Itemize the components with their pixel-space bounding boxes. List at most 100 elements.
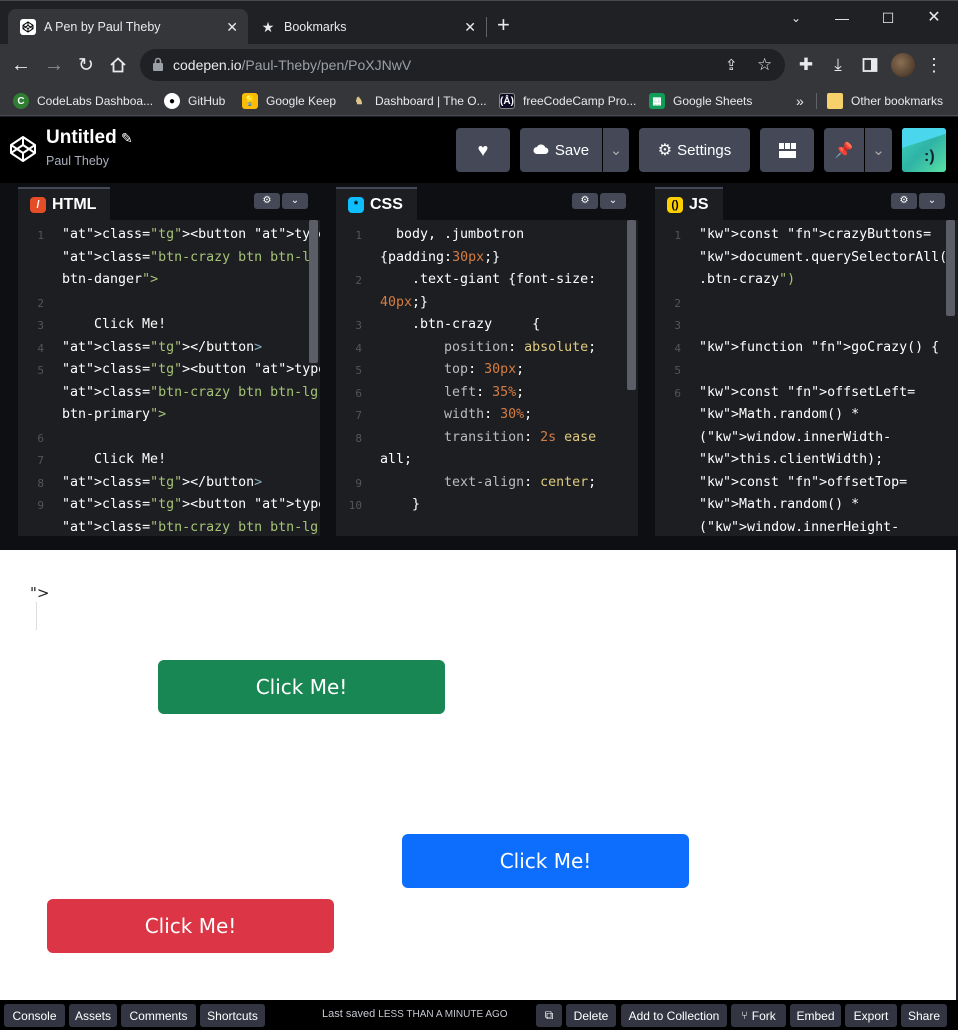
open-external-icon[interactable]: ⧉	[536, 1004, 562, 1027]
comments-button[interactable]: Comments	[121, 1004, 196, 1027]
pin-icon: 📌	[834, 142, 854, 159]
line-number: 5	[355, 364, 362, 377]
line-number: 4	[355, 341, 362, 355]
code-line: "at">class="tg"><button "at">type="butto…	[62, 362, 320, 377]
download-icon[interactable]: ⤓	[826, 53, 850, 77]
back-icon[interactable]: ←	[9, 53, 33, 77]
codepen-footer: Console Assets Comments Shortcuts Last s…	[0, 1000, 958, 1030]
home-icon[interactable]	[106, 53, 130, 77]
codepen-logo-icon[interactable]	[8, 134, 38, 169]
bookmark-github[interactable]: ● GitHub	[164, 92, 225, 110]
css-scrollbar[interactable]	[627, 220, 636, 390]
chrome-menu-icon[interactable]: ⋮	[922, 53, 946, 77]
code-line: "kw">const "fn">crazyButtons=	[699, 227, 932, 242]
line-number: 1	[355, 229, 362, 242]
shortcuts-button[interactable]: Shortcuts	[200, 1004, 265, 1027]
html-editor[interactable]: / HTML ⚙ ⌄ 1 "at">class="tg"><button "at"…	[18, 183, 320, 536]
js-collapse-icon[interactable]: ⌄	[919, 193, 945, 209]
user-avatar[interactable]: :)	[902, 128, 946, 172]
html-tab[interactable]: / HTML	[18, 187, 111, 220]
js-scrollbar[interactable]	[946, 220, 955, 316]
edit-title-icon[interactable]: ✎	[121, 130, 133, 147]
html-settings-icon[interactable]: ⚙	[254, 193, 280, 209]
embed-button[interactable]: Embed	[790, 1004, 841, 1027]
line-number: 2	[674, 296, 681, 310]
css-editor[interactable]: * CSS ⚙ ⌄ 1 body, .jumbotron {padding:30p…	[336, 183, 638, 536]
html-scrollbar[interactable]	[309, 220, 318, 363]
code-line: "kw">function "fn">goCrazy() {	[699, 339, 940, 355]
code-line: "at">class="tg"><button "at">type="butto…	[62, 227, 320, 242]
delete-button[interactable]: Delete	[566, 1004, 616, 1027]
css-tab[interactable]: * CSS	[336, 187, 417, 220]
address-bar[interactable]: codepen.io/Paul-Theby/pen/PoXJNwV ⇪ ☆	[140, 49, 785, 81]
code-line: btn-danger">	[62, 272, 159, 287]
html-collapse-icon[interactable]: ⌄	[282, 193, 308, 209]
smiley-icon: :)	[924, 148, 935, 165]
settings-button[interactable]: ⚙ Settings	[639, 128, 750, 172]
code-line: position: absolute;	[444, 339, 597, 355]
line-number: 1	[37, 229, 44, 242]
fork-button[interactable]: ⑂ Fork	[731, 1004, 786, 1027]
code-line: "at">class="btn-crazy btn btn-lg	[62, 249, 319, 265]
pin-button[interactable]: 📌	[824, 128, 864, 172]
profile-avatar[interactable]	[891, 53, 915, 77]
maximize-icon[interactable]: ☐	[865, 7, 911, 29]
bookmark-codelabs[interactable]: C CodeLabs Dashboa...	[13, 92, 153, 110]
close-tab-icon[interactable]: ✕	[464, 19, 476, 35]
tab-search-icon[interactable]: ⌄	[773, 7, 819, 29]
reload-icon[interactable]: ↻	[74, 53, 98, 77]
css-collapse-icon[interactable]: ⌄	[600, 193, 626, 209]
tab-codepen[interactable]: A Pen by Paul Theby ✕	[8, 9, 248, 45]
click-me-primary-button[interactable]: Click Me!	[402, 834, 689, 888]
pen-author[interactable]: Paul Theby	[46, 154, 109, 168]
code-line: "at">class="btn-crazy btn btn-lg	[62, 519, 319, 535]
pen-title[interactable]: Untitled	[46, 127, 117, 149]
codepen-favicon-icon	[20, 19, 36, 35]
forward-icon[interactable]: →	[42, 53, 66, 77]
pin-dropdown-icon[interactable]: ⌄	[865, 128, 892, 172]
console-button[interactable]: Console	[4, 1004, 65, 1027]
tab-bookmarks[interactable]: ★ Bookmarks ✕	[248, 9, 486, 45]
odin-icon: ♞	[354, 95, 364, 107]
bookmarks-bar: C CodeLabs Dashboa... ● GitHub 💡 Google Kee…	[0, 86, 958, 116]
like-button[interactable]: ♥	[456, 128, 510, 172]
code-line: "kw">document.querySelectorAll("	[699, 249, 955, 265]
css-code[interactable]: 1 body, .jumbotron {padding:30px;} 2 .text…	[336, 223, 638, 536]
line-number: 6	[674, 386, 681, 400]
click-me-success-button[interactable]: Click Me!	[158, 660, 445, 714]
more-bookmarks-icon[interactable]: »	[796, 92, 804, 110]
bookmark-dashboard[interactable]: ♞ Dashboard | The O...	[351, 92, 487, 110]
share-icon[interactable]: ⇪	[725, 56, 738, 74]
js-editor[interactable]: () JS ⚙ ⌄ 1 "kw">const "fn">crazyButtons=…	[655, 183, 958, 536]
save-dropdown-icon[interactable]: ⌄	[603, 128, 629, 172]
side-panel-icon[interactable]	[858, 53, 882, 77]
js-tab[interactable]: () JS	[655, 187, 723, 220]
close-tab-icon[interactable]: ✕	[226, 19, 238, 35]
bookmark-star-icon[interactable]: ☆	[757, 55, 772, 75]
bookmark-other[interactable]: Other bookmarks	[827, 92, 943, 110]
click-me-danger-button[interactable]: Click Me!	[47, 899, 334, 953]
code-line: top: 30px;	[444, 362, 525, 377]
freecodecamp-icon: (Å)	[499, 93, 515, 109]
google-sheets-icon: ▦	[649, 93, 665, 109]
close-window-icon[interactable]: ✕	[911, 7, 957, 29]
js-settings-icon[interactable]: ⚙	[891, 193, 917, 209]
bookmark-freecodecamp[interactable]: (Å) freeCodeCamp Pro...	[499, 92, 636, 110]
bookmark-google-keep[interactable]: 💡 Google Keep	[242, 92, 336, 110]
export-button[interactable]: Export	[845, 1004, 897, 1027]
tab-title: A Pen by Paul Theby	[44, 20, 161, 34]
bookmark-google-sheets[interactable]: ▦ Google Sheets	[649, 92, 752, 110]
change-view-button[interactable]	[760, 128, 814, 172]
extensions-icon[interactable]: ✚	[794, 53, 818, 77]
css-settings-icon[interactable]: ⚙	[572, 193, 598, 209]
new-tab-button[interactable]: +	[497, 13, 510, 37]
code-line: "at">class="tg"></button>	[62, 474, 263, 490]
js-code[interactable]: 1 "kw">const "fn">crazyButtons= "kw">docum…	[655, 223, 958, 536]
assets-button[interactable]: Assets	[69, 1004, 117, 1027]
code-line: transition: 2s ease	[444, 429, 597, 445]
share-button[interactable]: Share	[901, 1004, 947, 1027]
add-to-collection-button[interactable]: Add to Collection	[621, 1004, 727, 1027]
save-button[interactable]: Save	[520, 128, 602, 172]
minimize-icon[interactable]: —	[819, 7, 865, 29]
html-code[interactable]: 1 "at">class="tg"><button "at">type="butt…	[18, 223, 320, 536]
